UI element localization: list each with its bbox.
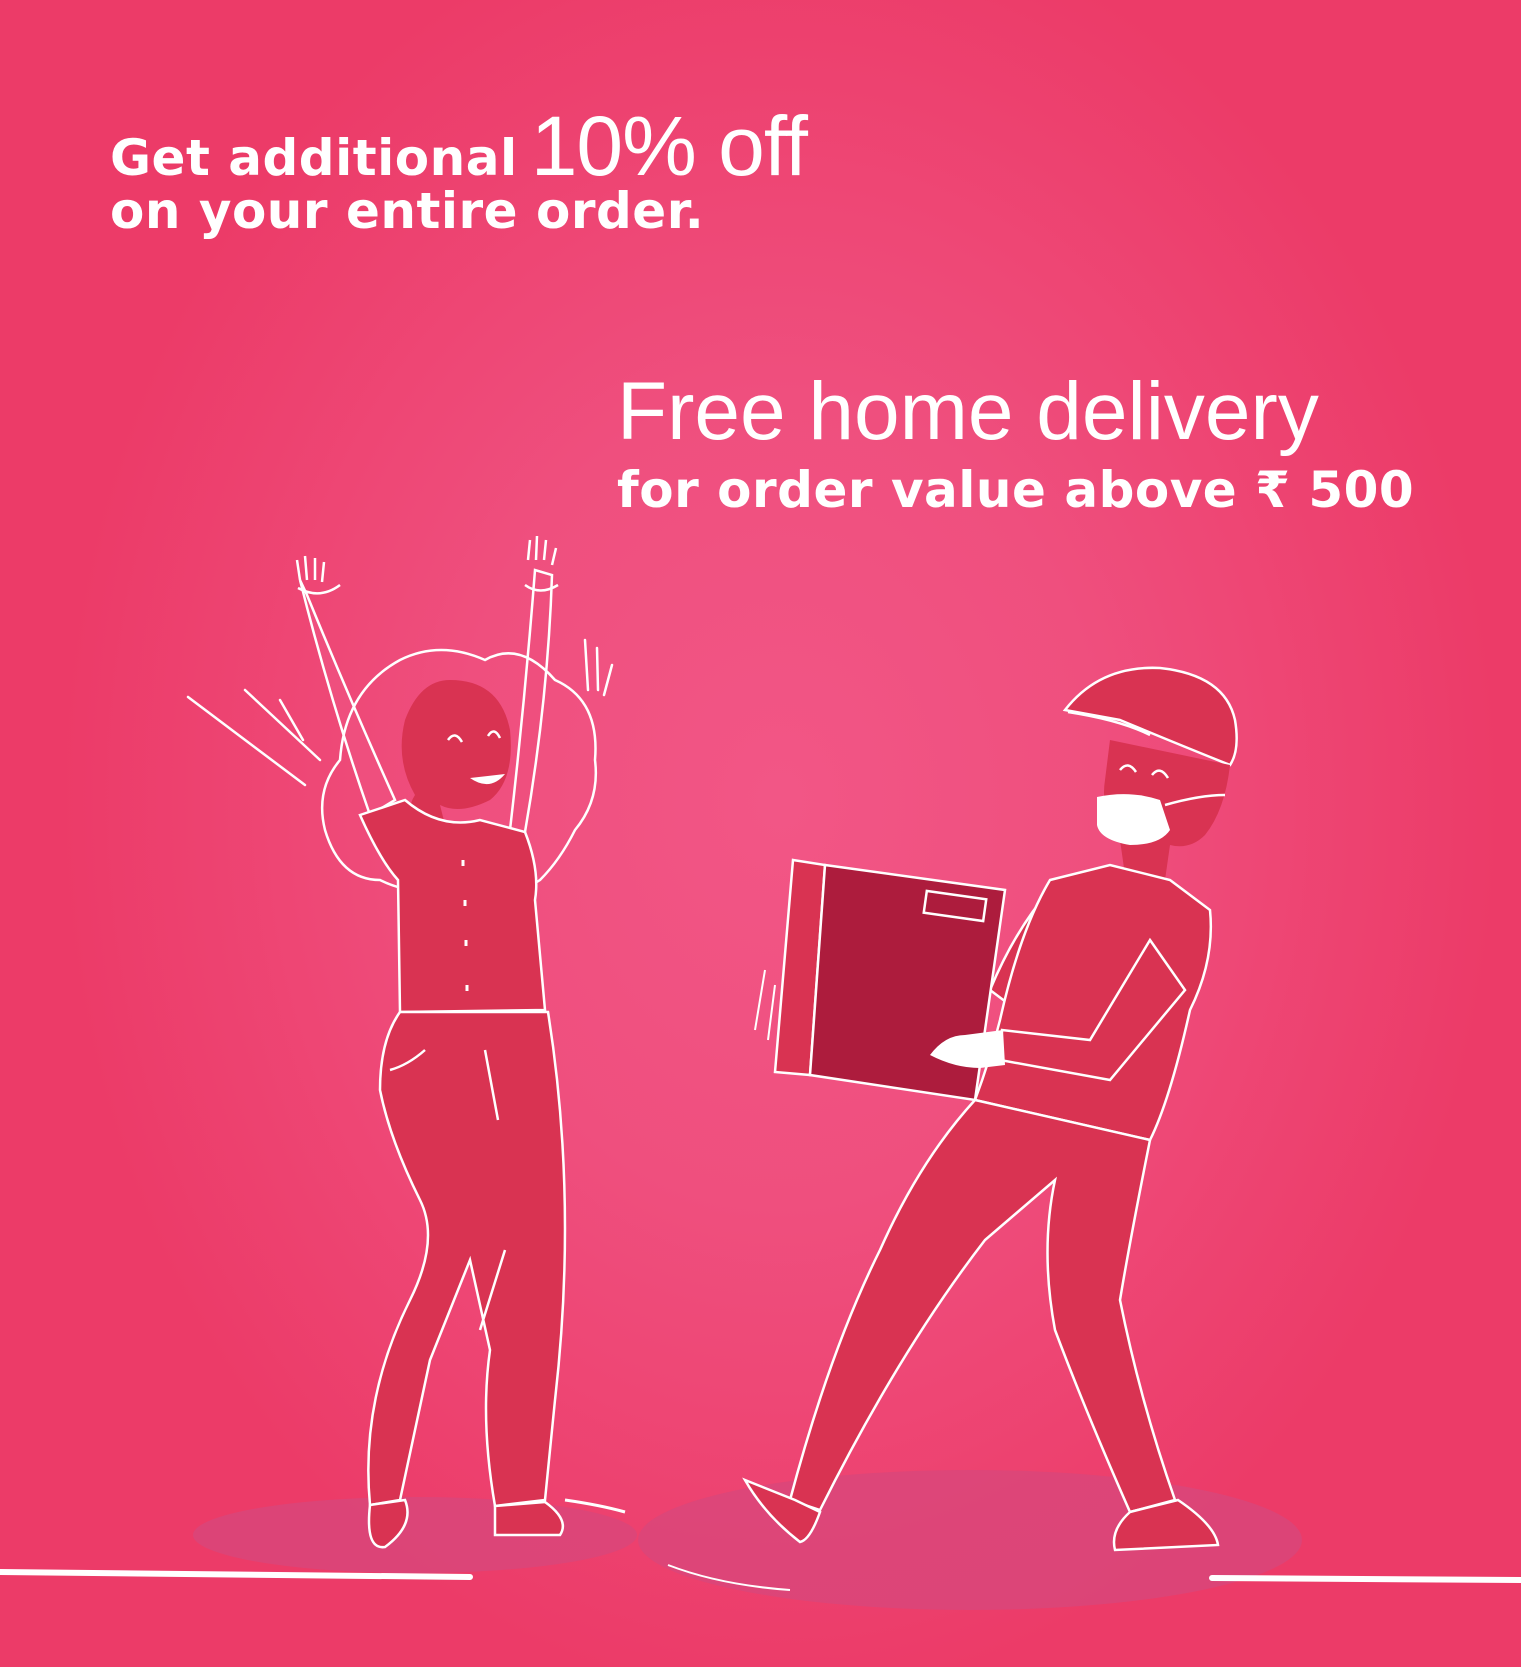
woman-head	[401, 680, 511, 830]
ground-line-right	[1209, 1575, 1521, 1583]
woman-right-shoe	[493, 1500, 565, 1537]
mask-icon	[1097, 794, 1170, 845]
woman-figure	[186, 535, 614, 1549]
woman-legs	[367, 1010, 567, 1508]
woman-left-arm	[298, 579, 397, 817]
excitement-lines-left	[186, 688, 322, 787]
woman-ground-shadow	[193, 1497, 637, 1573]
parcel-motion-lines	[754, 969, 776, 1041]
woman-right-arm	[508, 568, 554, 834]
excitement-lines-right	[583, 638, 614, 697]
woman-torso	[358, 798, 547, 1014]
delivery-man-figure	[742, 666, 1238, 1552]
delivery-illustration	[0, 535, 1521, 1610]
delivery-man-legs	[788, 1098, 1177, 1514]
